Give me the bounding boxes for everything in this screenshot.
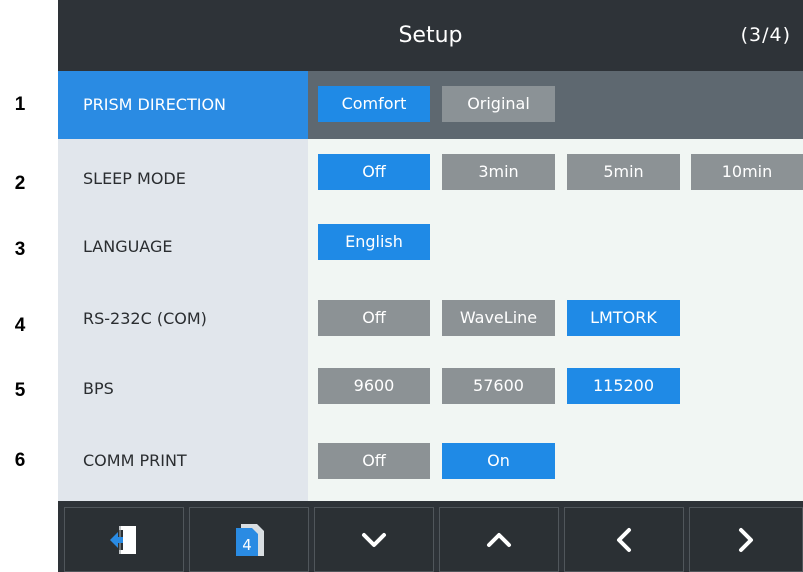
bps-9600-button[interactable]: 9600	[318, 368, 430, 404]
rs232c-waveline-button[interactable]: WaveLine	[442, 300, 555, 336]
setting-label-language[interactable]: LANGUAGE	[58, 216, 308, 278]
row-number-2: 2	[14, 173, 26, 194]
device-screen: Setup (3/4) PRISM DIRECTION Comfort Orig…	[58, 0, 803, 572]
rs232c-lmtork-button[interactable]: LMTORK	[567, 300, 680, 336]
bps-115200-button[interactable]: 115200	[567, 368, 680, 404]
page-indicator: (3/4)	[740, 24, 791, 46]
header-bar: Setup (3/4)	[58, 0, 803, 71]
page-select-button[interactable]: 4	[189, 507, 309, 572]
previous-page-button[interactable]	[564, 507, 684, 572]
sleep-mode-off-button[interactable]: Off	[318, 154, 430, 190]
setting-label-sleep-mode[interactable]: SLEEP MODE	[58, 148, 308, 210]
chevron-left-icon	[617, 527, 631, 552]
page-number-icon: 4	[236, 523, 264, 556]
prism-direction-original-button[interactable]: Original	[442, 86, 555, 122]
row-number-4: 4	[14, 315, 26, 336]
rs232c-off-button[interactable]: Off	[318, 300, 430, 336]
next-page-button[interactable]	[689, 507, 803, 572]
row-number-1: 1	[14, 94, 26, 115]
comm-print-on-button[interactable]: On	[442, 443, 555, 479]
chevron-down-icon	[362, 532, 386, 547]
setting-label-rs232c[interactable]: RS-232C (COM)	[58, 288, 308, 350]
setting-label-prism-direction[interactable]: PRISM DIRECTION	[58, 71, 308, 139]
exit-icon	[110, 525, 136, 554]
sleep-mode-3min-button[interactable]: 3min	[442, 154, 555, 190]
chevron-up-icon	[487, 532, 511, 547]
scroll-up-button[interactable]	[439, 507, 559, 572]
setting-label-bps[interactable]: BPS	[58, 358, 308, 420]
chevron-right-icon	[739, 527, 753, 552]
page-title: Setup	[398, 23, 463, 48]
language-english-button[interactable]: English	[318, 224, 430, 260]
bps-57600-button[interactable]: 57600	[442, 368, 555, 404]
exit-button[interactable]	[64, 507, 184, 572]
scroll-down-button[interactable]	[314, 507, 434, 572]
prism-direction-comfort-button[interactable]: Comfort	[318, 86, 430, 122]
setting-label-comm-print[interactable]: COMM PRINT	[58, 430, 308, 492]
row-number-3: 3	[14, 239, 26, 260]
sleep-mode-5min-button[interactable]: 5min	[567, 154, 680, 190]
comm-print-off-button[interactable]: Off	[318, 443, 430, 479]
svg-text:4: 4	[242, 536, 252, 554]
sleep-mode-10min-button[interactable]: 10min	[691, 154, 803, 190]
row-number-5: 5	[14, 380, 26, 401]
bottom-toolbar: 4	[58, 501, 803, 572]
row-number-6: 6	[14, 450, 26, 471]
